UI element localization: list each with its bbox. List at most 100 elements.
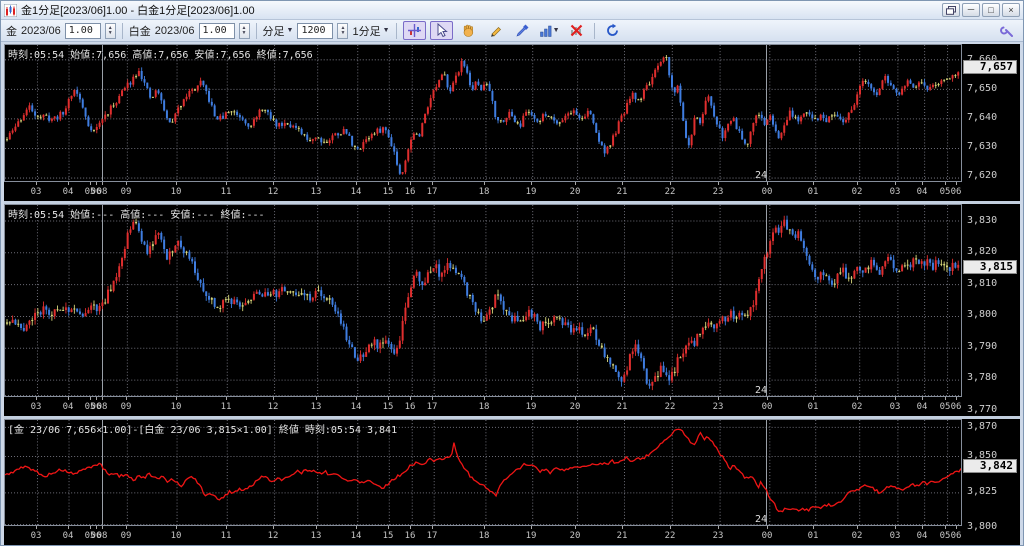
maximize-button[interactable]: □ [982,3,1000,17]
platinum-candle-canvas[interactable] [5,205,961,396]
time-tick [226,397,227,400]
time-axis-label: 19 [526,531,537,541]
time-tick [945,526,946,529]
time-tick [96,182,97,185]
time-axis-label: 05 [940,402,951,412]
gold-month-value[interactable]: 2023/06 [21,25,61,37]
time-tick [176,526,177,529]
time-axis-label: 02 [852,531,863,541]
time-tick [432,526,433,529]
time-axis-label: 12 [268,402,279,412]
time-axis-label: 06 [951,402,962,412]
time-axis: 0304050608091011121314151617181920212223… [4,182,962,201]
time-tick [956,526,957,529]
platinum-ratio-input[interactable]: 1.00 [199,23,235,39]
time-tick [718,397,719,400]
gold-candle-plot[interactable]: 時刻:05:54 始値:7,656 高値:7,656 安値:7,656 終値:7… [4,44,962,182]
gold-candle-canvas[interactable] [5,45,961,181]
time-axis-label: 09 [121,402,132,412]
time-axis-label: 04 [917,531,928,541]
platinum-label: 白金 [129,23,151,39]
time-tick [36,526,37,529]
title-bar: 金1分足[2023/06]1.00 - 白金1分足[2023/06]1.00 －… [1,1,1023,20]
pointer-select-button[interactable] [430,21,453,40]
chart-panel: 時刻:05:54 始値:7,656 高値:7,656 安値:7,656 終値:7… [4,44,1020,201]
toolbar: 金 2023/06 1.00 ▲▼ 白金 2023/06 1.00 ▲▼ 分足▼… [1,20,1023,42]
chart-type-button[interactable]: ▼ [538,21,561,40]
pan-hand-button[interactable] [457,21,480,40]
platinum-candle-plot[interactable]: 時刻:05:54 始値:--- 高値:--- 安値:--- 終値:--- 24 [4,204,962,397]
time-axis-label: 21 [617,531,628,541]
price-axis: 7,657 7,6607,6507,6407,6307,620 [962,44,1020,201]
time-axis-label: 03 [890,531,901,541]
cursor-arrow-icon [434,23,449,38]
time-axis-label: 13 [311,531,322,541]
date-label: 24 [755,514,767,525]
spread-line-plot[interactable]: [金 23/06 7,656×1.00]-[白金 23/06 3,815×1.0… [4,419,962,526]
time-axis-label: 23 [713,402,724,412]
time-tick [226,526,227,529]
platinum-ratio-spinner[interactable]: ▲▼ [239,23,250,39]
y-axis-label: 3,820 [967,246,997,257]
time-tick [531,526,532,529]
time-tick [956,397,957,400]
time-axis-label: 00 [762,402,773,412]
time-tick [356,182,357,185]
time-axis-label: 04 [917,402,928,412]
time-tick [176,397,177,400]
time-axis-label: 00 [762,187,773,197]
close-button[interactable]: × [1002,3,1020,17]
pen-draw-button[interactable] [511,21,534,40]
toolbar-separator [256,23,257,39]
chevron-down-icon: ▼ [553,27,560,34]
refresh-button[interactable] [601,21,624,40]
bar-count-input[interactable]: 1200 [297,23,333,39]
y-axis-label: 3,810 [967,278,997,289]
app-icon [4,4,17,17]
gold-ratio-input[interactable]: 1.00 [65,23,101,39]
settings-wrench-button[interactable] [995,21,1018,40]
time-tick [956,182,957,185]
interval-dropdown[interactable]: 1分足▼ [352,23,389,39]
period-type-dropdown[interactable]: 分足▼ [263,23,294,39]
time-tick [316,182,317,185]
time-tick [922,397,923,400]
pencil-draw-button[interactable] [484,21,507,40]
time-axis-label: 21 [617,187,628,197]
time-tick [356,397,357,400]
time-tick [102,182,103,185]
price-axis: 3,842 3,8703,8503,8253,800 [962,419,1020,545]
time-tick [388,397,389,400]
time-axis-label: 14 [351,531,362,541]
gold-ratio-spinner[interactable]: ▲▼ [105,23,116,39]
time-axis-label: 11 [221,402,232,412]
time-axis-label: 06 [951,187,962,197]
time-tick [531,182,532,185]
minimize-button[interactable]: － [962,3,980,17]
time-axis-label: 23 [713,531,724,541]
time-tick [102,526,103,529]
time-tick [273,397,274,400]
platinum-month-value[interactable]: 2023/06 [155,25,195,37]
time-axis-label: 08 [97,187,108,197]
time-tick [90,182,91,185]
time-tick [484,397,485,400]
bar-count-spinner[interactable]: ▲▼ [337,23,348,39]
restore-icon [946,6,956,15]
crosshair-mode-button[interactable] [403,21,426,40]
clear-chart-button[interactable] [565,21,588,40]
time-axis-label: 20 [570,187,581,197]
window-restore-button[interactable] [942,3,960,17]
wrench-icon [1000,24,1014,38]
gold-label: 金 [6,23,17,39]
time-axis-label: 11 [221,531,232,541]
y-axis-label: 7,650 [967,83,997,94]
time-tick [767,397,768,400]
pencil-icon [488,23,503,38]
pen-icon [515,23,530,38]
time-axis: 0304050608091011121314151617181920212223… [4,526,962,545]
window-title: 金1分足[2023/06]1.00 - 白金1分足[2023/06]1.00 [21,2,255,18]
y-axis-label: 7,630 [967,141,997,152]
time-axis-label: 10 [171,402,182,412]
chart-panel: [金 23/06 7,656×1.00]-[白金 23/06 3,815×1.0… [4,419,1020,545]
